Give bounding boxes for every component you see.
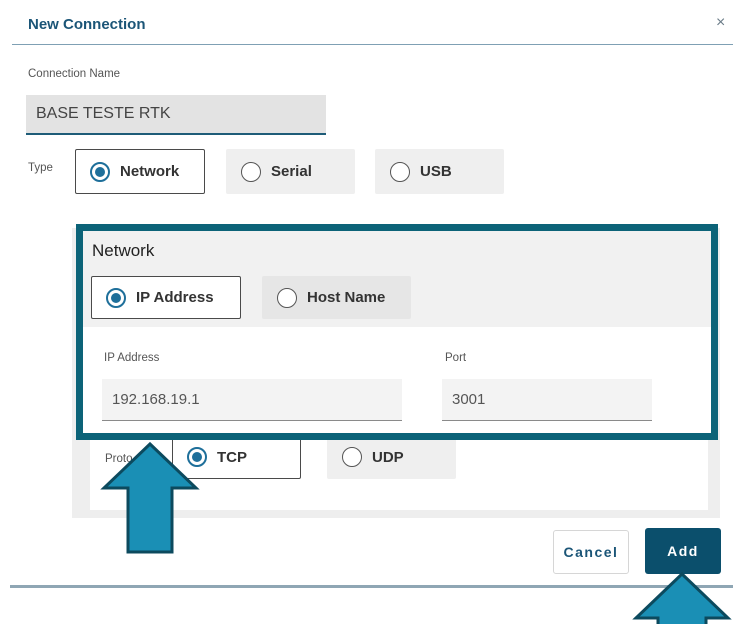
protocol-tcp-label: TCP [217, 448, 247, 466]
type-label: Type [28, 162, 53, 174]
close-icon[interactable]: × [716, 14, 725, 32]
footer-divider [10, 585, 733, 588]
protocol-udp-label: UDP [372, 448, 404, 466]
radio-selected-icon [90, 161, 110, 182]
radio-icon [241, 161, 261, 182]
add-button[interactable]: Add [645, 528, 721, 574]
cancel-button[interactable]: Cancel [553, 530, 629, 574]
title-divider [12, 44, 733, 45]
connection-name-label: Connection Name [28, 68, 121, 80]
radio-icon [342, 447, 362, 467]
type-usb-label: USB [420, 163, 452, 180]
type-serial-label: Serial [271, 163, 312, 180]
radio-icon [390, 161, 410, 182]
highlight-box [76, 224, 718, 440]
type-network-option[interactable]: Network [75, 149, 205, 194]
type-network-label: Network [120, 163, 180, 180]
type-serial-option[interactable]: Serial [226, 149, 355, 194]
arrow-up-icon [632, 571, 732, 624]
dialog-title: New Connection [28, 16, 146, 33]
connection-name-input[interactable] [26, 95, 326, 135]
arrow-up-icon [100, 441, 200, 554]
type-usb-option[interactable]: USB [375, 149, 504, 194]
protocol-udp-option[interactable]: UDP [327, 435, 456, 479]
